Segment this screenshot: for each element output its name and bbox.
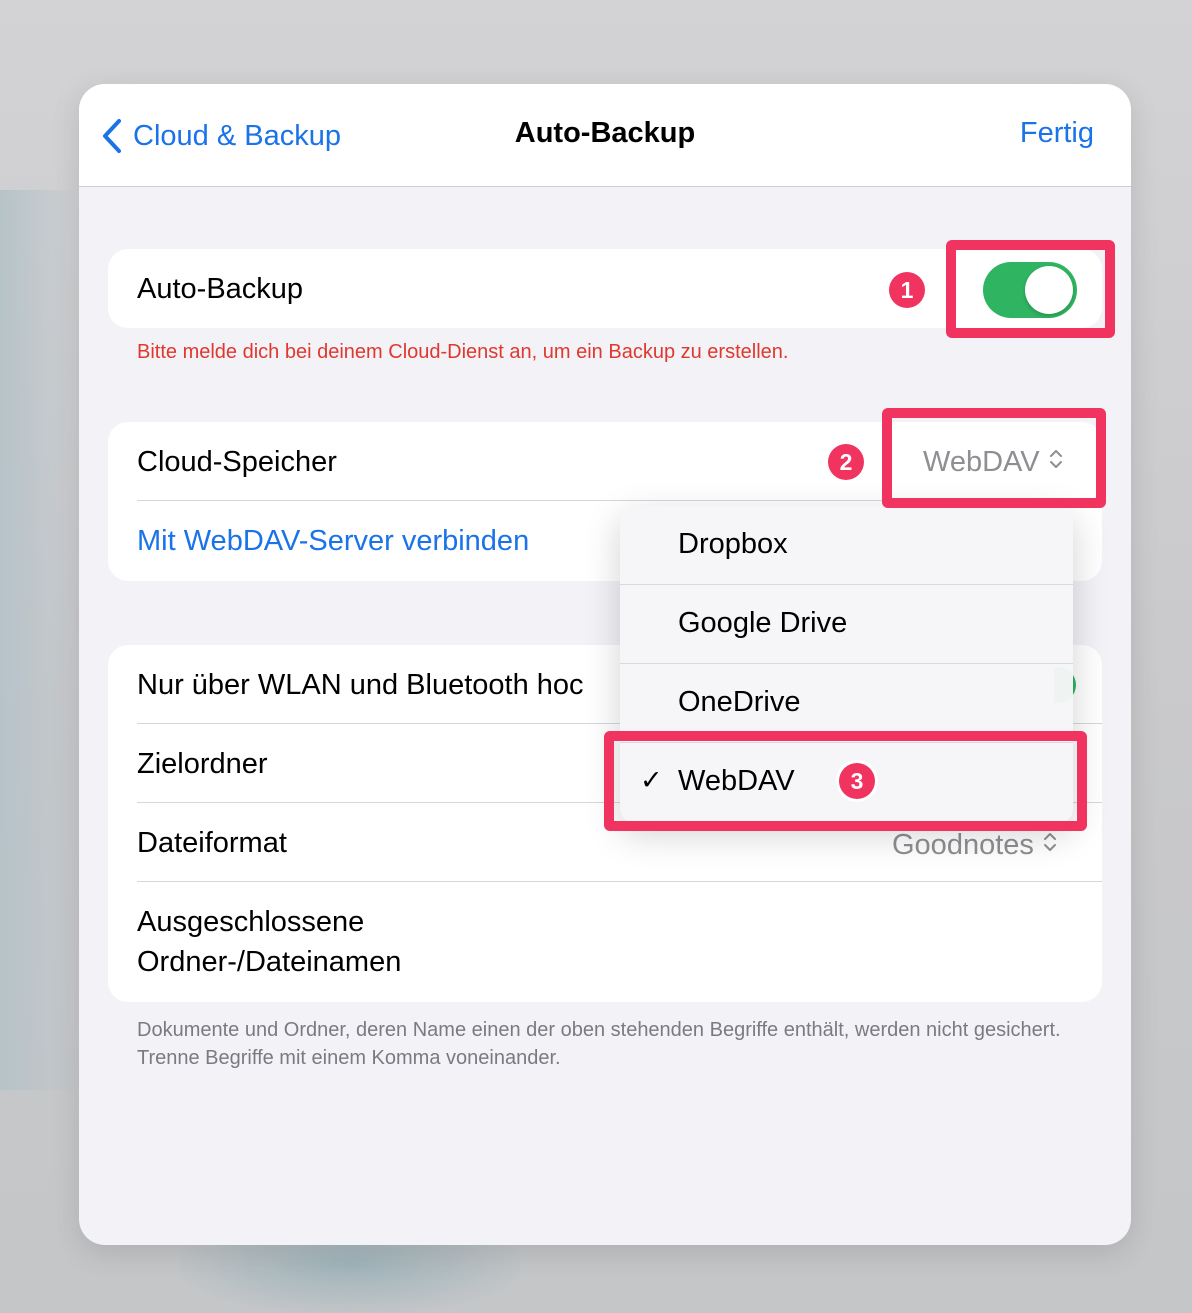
excluded-names-note: Dokumente und Ordner, deren Name einen d…: [137, 1019, 1061, 1069]
connect-webdav-link[interactable]: Mit WebDAV-Server verbinden: [137, 525, 529, 558]
file-format-picker[interactable]: Goodnotes: [892, 829, 1058, 862]
menu-item-dropbox[interactable]: Dropbox: [620, 506, 1073, 585]
excluded-names-line-2: Ordner-/Dateinamen: [137, 946, 402, 978]
menu-item-google-drive[interactable]: Google Drive: [620, 585, 1073, 664]
menu-item-label: Google Drive: [678, 607, 848, 639]
target-folder-label: Zielordner: [137, 748, 268, 780]
done-button[interactable]: Fertig: [1020, 117, 1094, 150]
step-marker-2: 2: [828, 444, 864, 480]
background-left-shade: [0, 190, 80, 1090]
highlight-auto-backup-toggle: [946, 240, 1115, 338]
excluded-names-row[interactable]: Ausgeschlossene Ordner-/Dateinamen: [108, 882, 1102, 1002]
navigation-bar: Cloud & Backup Auto-Backup Fertig: [79, 84, 1131, 187]
login-warning: Bitte melde dich bei deinem Cloud-Dienst…: [137, 341, 789, 363]
cloud-storage-label: Cloud-Speicher: [137, 446, 337, 478]
file-format-label: Dateiformat: [137, 827, 287, 859]
menu-item-label: Dropbox: [678, 528, 788, 560]
highlight-cloud-storage-picker: [882, 408, 1106, 508]
menu-item-label: OneDrive: [678, 686, 801, 718]
step-marker-3: 3: [839, 763, 875, 799]
chevron-up-down-icon: [1042, 829, 1058, 862]
auto-backup-label: Auto-Backup: [137, 273, 304, 305]
file-format-value: Goodnotes: [892, 829, 1034, 861]
wifi-only-label: Nur über WLAN und Bluetooth hoc: [137, 669, 584, 701]
step-marker-1: 1: [889, 272, 925, 308]
excluded-names-line-1: Ausgeschlossene: [137, 906, 365, 938]
page-title: Auto-Backup: [514, 117, 696, 149]
excluded-names-label: Ausgeschlossene Ordner-/Dateinamen: [137, 902, 401, 982]
